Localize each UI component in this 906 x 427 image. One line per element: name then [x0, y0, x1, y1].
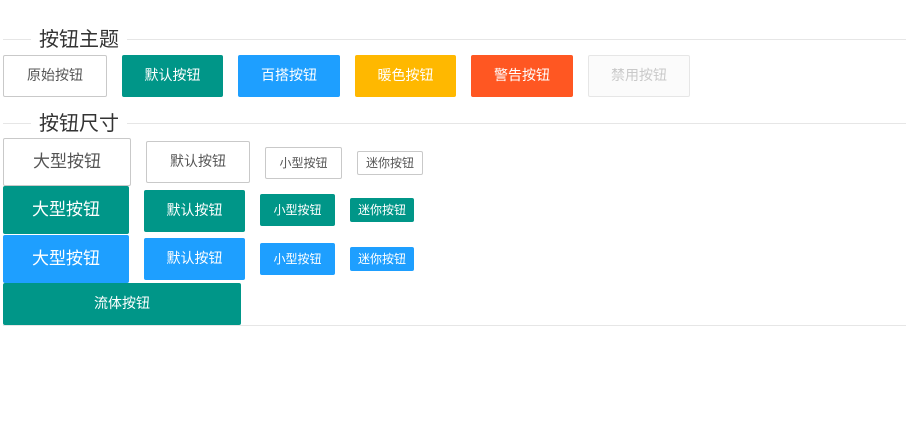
size-section: 按钮尺寸 [3, 109, 906, 137]
large-normal-button[interactable]: 大型按钮 [3, 235, 129, 283]
small-default-button[interactable]: 小型按钮 [260, 194, 335, 226]
size-section-title: 按钮尺寸 [31, 109, 127, 137]
theme-section-title: 按钮主题 [31, 25, 127, 53]
default-theme-button[interactable]: 默认按钮 [122, 55, 223, 97]
large-default-button[interactable]: 大型按钮 [3, 186, 129, 234]
section-divider [3, 325, 906, 326]
theme-section: 按钮主题 [3, 25, 906, 53]
mini-normal-button[interactable]: 迷你按钮 [350, 247, 414, 271]
mini-primary-button[interactable]: 迷你按钮 [357, 151, 423, 175]
primary-button[interactable]: 原始按钮 [3, 55, 107, 97]
page: 按钮主题 原始按钮 默认按钮 百搭按钮 暖色按钮 警告按钮 禁用按钮 按钮尺寸 … [0, 0, 906, 427]
small-normal-button[interactable]: 小型按钮 [260, 243, 335, 275]
default-default-button[interactable]: 默认按钮 [144, 190, 245, 232]
mini-default-button[interactable]: 迷你按钮 [350, 198, 414, 222]
small-primary-button[interactable]: 小型按钮 [265, 147, 342, 179]
large-primary-button[interactable]: 大型按钮 [3, 138, 131, 186]
danger-theme-button[interactable]: 警告按钮 [471, 55, 573, 97]
fluid-button[interactable]: 流体按钮 [3, 283, 241, 325]
normal-theme-button[interactable]: 百搭按钮 [238, 55, 340, 97]
default-normal-button[interactable]: 默认按钮 [144, 238, 245, 280]
warm-theme-button[interactable]: 暖色按钮 [355, 55, 456, 97]
default-primary-button[interactable]: 默认按钮 [146, 141, 250, 183]
disabled-button: 禁用按钮 [588, 55, 690, 97]
